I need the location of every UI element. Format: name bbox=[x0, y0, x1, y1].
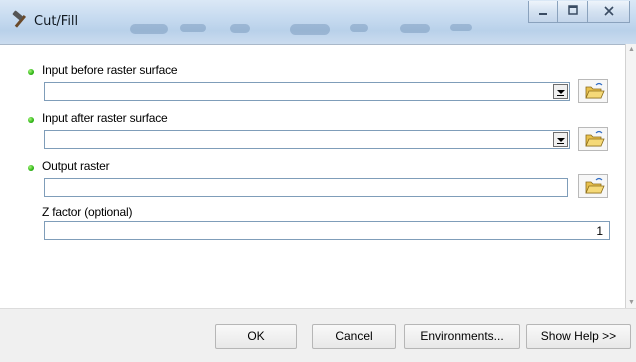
parameters-panel: Input before raster surface Input after … bbox=[0, 44, 625, 309]
chevron-down-icon[interactable] bbox=[553, 132, 568, 147]
cutfill-dialog: Cut/Fill Input before raster surface Inp… bbox=[0, 0, 636, 362]
required-indicator-icon bbox=[28, 69, 34, 75]
title-bar[interactable]: Cut/Fill bbox=[0, 0, 636, 44]
param-label-input-after: Input after raster surface bbox=[42, 111, 168, 125]
input-after-raster-dropdown[interactable] bbox=[44, 130, 570, 149]
window-title: Cut/Fill bbox=[34, 14, 79, 29]
open-folder-icon bbox=[579, 82, 607, 105]
minimize-icon bbox=[529, 4, 557, 21]
maximize-button[interactable] bbox=[558, 1, 588, 23]
minimize-button[interactable] bbox=[528, 1, 558, 23]
close-icon bbox=[588, 4, 629, 21]
vertical-scrollbar[interactable]: ▲ ▼ bbox=[625, 44, 636, 308]
browse-input-before-button[interactable] bbox=[578, 79, 608, 103]
hammer-icon bbox=[10, 10, 30, 30]
z-factor-input[interactable]: 1 bbox=[44, 221, 610, 240]
required-indicator-icon bbox=[28, 165, 34, 171]
param-label-input-before: Input before raster surface bbox=[42, 63, 178, 77]
output-raster-input[interactable] bbox=[44, 178, 568, 197]
open-folder-icon bbox=[579, 177, 607, 200]
dialog-button-bar: OK Cancel Environments... Show Help >> bbox=[0, 308, 636, 362]
environments-button[interactable]: Environments... bbox=[404, 324, 520, 349]
maximize-icon bbox=[558, 4, 587, 21]
chevron-down-icon[interactable] bbox=[553, 84, 568, 99]
browse-input-after-button[interactable] bbox=[578, 127, 608, 151]
show-help-button[interactable]: Show Help >> bbox=[526, 324, 631, 349]
required-indicator-icon bbox=[28, 117, 34, 123]
input-before-raster-dropdown[interactable] bbox=[44, 82, 570, 101]
scroll-down-icon[interactable]: ▼ bbox=[628, 299, 635, 306]
cancel-button[interactable]: Cancel bbox=[312, 324, 396, 349]
open-folder-icon bbox=[579, 130, 607, 153]
param-label-z-factor: Z factor (optional) bbox=[42, 205, 133, 219]
browse-output-raster-button[interactable] bbox=[578, 174, 608, 198]
caption-buttons bbox=[528, 1, 630, 23]
close-button[interactable] bbox=[588, 1, 630, 23]
ok-button[interactable]: OK bbox=[215, 324, 297, 349]
scroll-up-icon[interactable]: ▲ bbox=[628, 46, 635, 53]
title-bar-background-blur bbox=[120, 20, 520, 40]
param-label-output-raster: Output raster bbox=[42, 159, 110, 173]
